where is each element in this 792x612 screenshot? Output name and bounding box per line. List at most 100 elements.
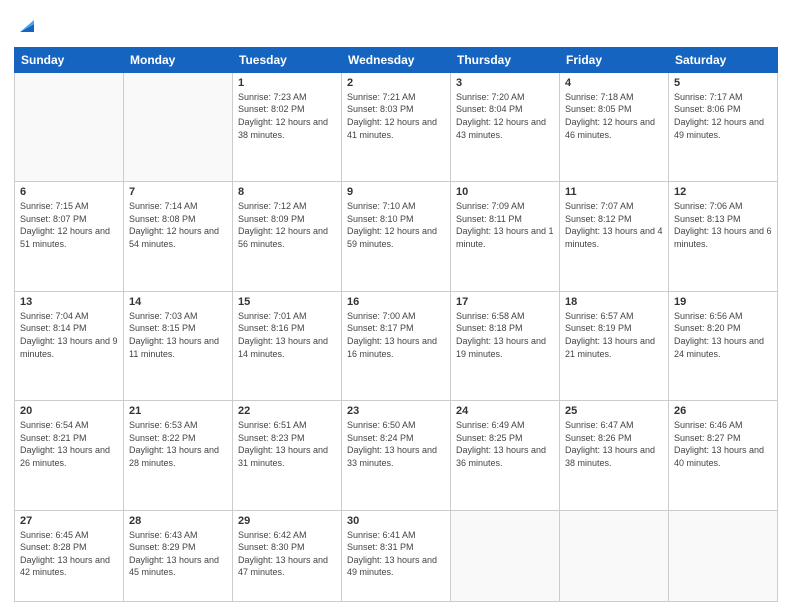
day-number: 12	[674, 186, 772, 198]
calendar-cell: 2 Sunrise: 7:21 AM Sunset: 8:03 PM Daylig…	[342, 72, 451, 181]
calendar-header-sunday: Sunday	[15, 47, 124, 72]
calendar-cell: 19 Sunrise: 6:56 AM Sunset: 8:20 PM Dayli…	[669, 291, 778, 400]
calendar-cell: 10Sunrise: 7:09 AM Sunset: 8:11 PM Dayli…	[451, 182, 560, 291]
calendar-cell: 4 Sunrise: 7:18 AM Sunset: 8:05 PM Daylig…	[560, 72, 669, 181]
calendar-header-monday: Monday	[124, 47, 233, 72]
day-number: 21	[129, 405, 227, 417]
calendar-cell: 12 Sunrise: 7:06 AM Sunset: 8:13 PM Dayli…	[669, 182, 778, 291]
calendar-cell: 13 Sunrise: 7:04 AM Sunset: 8:14 PM Dayli…	[15, 291, 124, 400]
day-number: 24	[456, 405, 554, 417]
day-number: 1	[238, 77, 336, 89]
day-info: Sunrise: 6:54 AM Sunset: 8:21 PM Dayligh…	[20, 419, 118, 469]
day-number: 6	[20, 186, 118, 198]
day-number: 25	[565, 405, 663, 417]
header	[14, 10, 778, 41]
day-info: Sunrise: 6:41 AM Sunset: 8:31 PM Dayligh…	[347, 529, 445, 579]
day-number: 16	[347, 296, 445, 308]
day-number: 2	[347, 77, 445, 89]
calendar: SundayMondayTuesdayWednesdayThursdayFrid…	[14, 47, 778, 602]
calendar-week-row: 1 Sunrise: 7:23 AM Sunset: 8:02 PM Daylig…	[15, 72, 778, 181]
calendar-cell: 27 Sunrise: 6:45 AM Sunset: 8:28 PM Dayli…	[15, 510, 124, 601]
day-number: 8	[238, 186, 336, 198]
day-info: Sunrise: 7:20 AM Sunset: 8:04 PM Dayligh…	[456, 91, 554, 141]
day-info: Sunrise: 6:56 AM Sunset: 8:20 PM Dayligh…	[674, 310, 772, 360]
day-number: 26	[674, 405, 772, 417]
day-number: 7	[129, 186, 227, 198]
calendar-cell: 20 Sunrise: 6:54 AM Sunset: 8:21 PM Dayli…	[15, 401, 124, 510]
day-number: 30	[347, 515, 445, 527]
day-number: 10	[456, 186, 554, 198]
day-number: 17	[456, 296, 554, 308]
day-info: Sunrise: 7:14 AM Sunset: 8:08 PM Dayligh…	[129, 200, 227, 250]
calendar-header-row: SundayMondayTuesdayWednesdayThursdayFrid…	[15, 47, 778, 72]
calendar-cell: 6Sunrise: 7:15 AM Sunset: 8:07 PM Daylig…	[15, 182, 124, 291]
calendar-header-friday: Friday	[560, 47, 669, 72]
day-info: Sunrise: 6:45 AM Sunset: 8:28 PM Dayligh…	[20, 529, 118, 579]
calendar-header-thursday: Thursday	[451, 47, 560, 72]
day-info: Sunrise: 6:50 AM Sunset: 8:24 PM Dayligh…	[347, 419, 445, 469]
day-info: Sunrise: 6:46 AM Sunset: 8:27 PM Dayligh…	[674, 419, 772, 469]
day-number: 15	[238, 296, 336, 308]
logo	[14, 14, 38, 41]
page: SundayMondayTuesdayWednesdayThursdayFrid…	[0, 0, 792, 612]
day-info: Sunrise: 7:10 AM Sunset: 8:10 PM Dayligh…	[347, 200, 445, 250]
day-info: Sunrise: 7:00 AM Sunset: 8:17 PM Dayligh…	[347, 310, 445, 360]
day-number: 19	[674, 296, 772, 308]
calendar-cell: 17 Sunrise: 6:58 AM Sunset: 8:18 PM Dayli…	[451, 291, 560, 400]
day-info: Sunrise: 7:21 AM Sunset: 8:03 PM Dayligh…	[347, 91, 445, 141]
day-number: 5	[674, 77, 772, 89]
calendar-week-row: 13 Sunrise: 7:04 AM Sunset: 8:14 PM Dayli…	[15, 291, 778, 400]
day-number: 14	[129, 296, 227, 308]
calendar-cell: 22 Sunrise: 6:51 AM Sunset: 8:23 PM Dayli…	[233, 401, 342, 510]
day-info: Sunrise: 7:06 AM Sunset: 8:13 PM Dayligh…	[674, 200, 772, 250]
day-number: 28	[129, 515, 227, 527]
calendar-cell	[669, 510, 778, 601]
day-info: Sunrise: 6:51 AM Sunset: 8:23 PM Dayligh…	[238, 419, 336, 469]
day-info: Sunrise: 6:42 AM Sunset: 8:30 PM Dayligh…	[238, 529, 336, 579]
calendar-cell: 11 Sunrise: 7:07 AM Sunset: 8:12 PM Dayli…	[560, 182, 669, 291]
day-number: 11	[565, 186, 663, 198]
day-number: 29	[238, 515, 336, 527]
day-info: Sunrise: 6:58 AM Sunset: 8:18 PM Dayligh…	[456, 310, 554, 360]
day-number: 20	[20, 405, 118, 417]
day-number: 4	[565, 77, 663, 89]
day-info: Sunrise: 7:23 AM Sunset: 8:02 PM Dayligh…	[238, 91, 336, 141]
day-number: 27	[20, 515, 118, 527]
day-number: 22	[238, 405, 336, 417]
calendar-header-tuesday: Tuesday	[233, 47, 342, 72]
day-number: 18	[565, 296, 663, 308]
calendar-cell: 5Sunrise: 7:17 AM Sunset: 8:06 PM Daylig…	[669, 72, 778, 181]
calendar-cell	[124, 72, 233, 181]
day-info: Sunrise: 7:18 AM Sunset: 8:05 PM Dayligh…	[565, 91, 663, 141]
calendar-cell: 9Sunrise: 7:10 AM Sunset: 8:10 PM Daylig…	[342, 182, 451, 291]
calendar-cell	[451, 510, 560, 601]
calendar-cell: 30 Sunrise: 6:41 AM Sunset: 8:31 PM Dayli…	[342, 510, 451, 601]
day-info: Sunrise: 6:57 AM Sunset: 8:19 PM Dayligh…	[565, 310, 663, 360]
day-number: 3	[456, 77, 554, 89]
day-info: Sunrise: 6:49 AM Sunset: 8:25 PM Dayligh…	[456, 419, 554, 469]
calendar-cell	[560, 510, 669, 601]
calendar-cell: 8 Sunrise: 7:12 AM Sunset: 8:09 PM Daylig…	[233, 182, 342, 291]
day-info: Sunrise: 7:12 AM Sunset: 8:09 PM Dayligh…	[238, 200, 336, 250]
logo-icon	[16, 14, 38, 36]
day-info: Sunrise: 7:04 AM Sunset: 8:14 PM Dayligh…	[20, 310, 118, 360]
calendar-cell: 18 Sunrise: 6:57 AM Sunset: 8:19 PM Dayli…	[560, 291, 669, 400]
calendar-cell: 7 Sunrise: 7:14 AM Sunset: 8:08 PM Daylig…	[124, 182, 233, 291]
calendar-cell: 26 Sunrise: 6:46 AM Sunset: 8:27 PM Dayli…	[669, 401, 778, 510]
day-info: Sunrise: 6:53 AM Sunset: 8:22 PM Dayligh…	[129, 419, 227, 469]
calendar-cell: 15 Sunrise: 7:01 AM Sunset: 8:16 PM Dayli…	[233, 291, 342, 400]
calendar-cell: 3 Sunrise: 7:20 AM Sunset: 8:04 PM Daylig…	[451, 72, 560, 181]
day-info: Sunrise: 6:47 AM Sunset: 8:26 PM Dayligh…	[565, 419, 663, 469]
day-info: Sunrise: 6:43 AM Sunset: 8:29 PM Dayligh…	[129, 529, 227, 579]
day-info: Sunrise: 7:03 AM Sunset: 8:15 PM Dayligh…	[129, 310, 227, 360]
calendar-header-saturday: Saturday	[669, 47, 778, 72]
calendar-cell: 24 Sunrise: 6:49 AM Sunset: 8:25 PM Dayli…	[451, 401, 560, 510]
calendar-cell: 28 Sunrise: 6:43 AM Sunset: 8:29 PM Dayli…	[124, 510, 233, 601]
day-number: 23	[347, 405, 445, 417]
day-info: Sunrise: 7:07 AM Sunset: 8:12 PM Dayligh…	[565, 200, 663, 250]
calendar-cell: 1 Sunrise: 7:23 AM Sunset: 8:02 PM Daylig…	[233, 72, 342, 181]
day-info: Sunrise: 7:01 AM Sunset: 8:16 PM Dayligh…	[238, 310, 336, 360]
calendar-header-wednesday: Wednesday	[342, 47, 451, 72]
calendar-cell: 23 Sunrise: 6:50 AM Sunset: 8:24 PM Dayli…	[342, 401, 451, 510]
day-number: 13	[20, 296, 118, 308]
